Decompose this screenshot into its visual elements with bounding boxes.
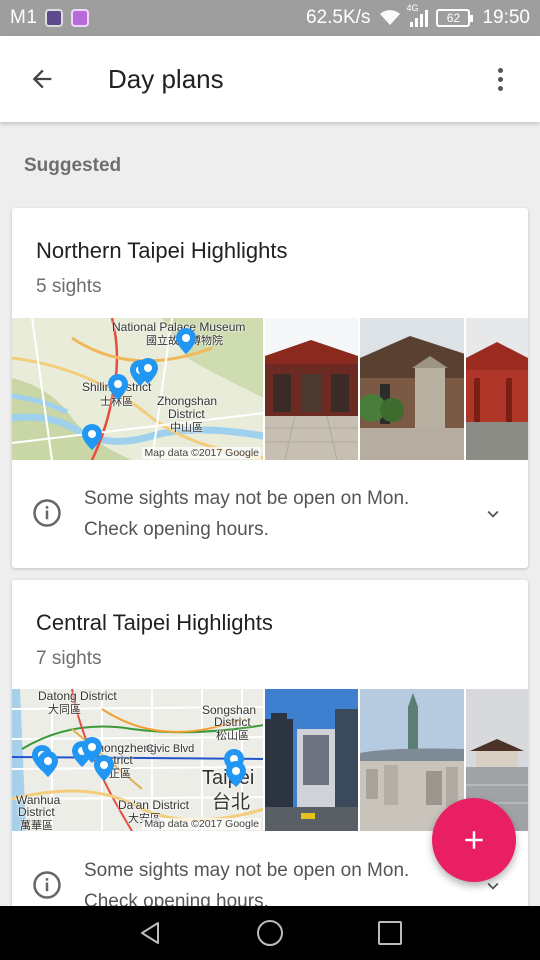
info-outline-icon bbox=[33, 871, 61, 899]
map-label: 台北 bbox=[212, 792, 251, 813]
chevron-down-icon[interactable] bbox=[482, 503, 504, 525]
notice-line: Some sights may not be open on Mon. bbox=[84, 488, 410, 509]
map-credit: Map data ©2017 Google bbox=[142, 447, 262, 459]
nav-home-button[interactable] bbox=[250, 913, 290, 953]
clock: 19:50 bbox=[482, 7, 530, 28]
map-pin-icon bbox=[38, 751, 58, 777]
app-bar: Day plans bbox=[0, 36, 540, 122]
map-pin-icon bbox=[138, 358, 158, 384]
back-button[interactable] bbox=[0, 36, 84, 122]
battery-level: 62 bbox=[446, 11, 461, 25]
notice-line: Check opening hours. bbox=[84, 519, 269, 540]
map-label: 大同區 bbox=[48, 704, 81, 716]
carrier-label: M1 bbox=[10, 7, 38, 28]
map-credit: Map data ©2017 Google bbox=[142, 818, 262, 830]
add-day-plan-button[interactable] bbox=[432, 798, 516, 882]
gallery-notification-icon bbox=[71, 9, 90, 27]
circle-home-icon bbox=[257, 920, 283, 946]
map-pin-icon bbox=[82, 424, 102, 450]
map-label: 松山區 bbox=[216, 730, 249, 742]
map-pin-icon bbox=[176, 328, 196, 354]
system-navigation-bar bbox=[0, 906, 540, 960]
map-label: Civic Blvd bbox=[146, 743, 195, 755]
plus-icon bbox=[465, 831, 483, 849]
opening-hours-notice[interactable]: Some sights may not be open on Mon. Chec… bbox=[12, 460, 528, 568]
card-sight-count: 5 sights bbox=[36, 276, 102, 297]
day-plan-card-northern[interactable]: Northern Taipei Highlights 5 sights Nati… bbox=[12, 208, 528, 568]
sight-photo[interactable] bbox=[265, 689, 358, 831]
info-outline-icon bbox=[33, 499, 61, 527]
cellular-signal-icon: 4G bbox=[406, 3, 429, 27]
map-pin-icon bbox=[226, 761, 246, 787]
sight-photo[interactable] bbox=[359, 318, 465, 460]
battery-icon: 62 bbox=[436, 9, 474, 27]
map-pin-icon bbox=[108, 374, 128, 400]
network-type: 4G bbox=[406, 3, 419, 13]
card-image-strip[interactable]: National Palace Museum 國立故宮博物院 Shilin Di… bbox=[12, 318, 528, 460]
map-label: 中山區 bbox=[170, 422, 203, 434]
route-map[interactable]: Datong District 大同區 Songshan District 松山… bbox=[12, 689, 264, 831]
card-sight-count: 7 sights bbox=[36, 648, 102, 669]
more-vert-icon bbox=[497, 67, 503, 73]
route-map[interactable]: National Palace Museum 國立故宮博物院 Shilin Di… bbox=[12, 318, 264, 460]
status-bar: M1 62.5K/s 4G 62 19:50 bbox=[0, 0, 540, 36]
sight-photo[interactable] bbox=[265, 318, 358, 460]
sight-photo[interactable] bbox=[466, 318, 528, 460]
nav-recents-button[interactable] bbox=[370, 913, 410, 953]
wifi-icon bbox=[380, 10, 401, 25]
notice-line: Some sights may not be open on Mon. bbox=[84, 860, 410, 881]
arrow-back-icon bbox=[32, 69, 52, 89]
notice-text: Some sights may not be open on Mon. Chec… bbox=[84, 483, 409, 545]
section-label: Suggested bbox=[24, 155, 122, 176]
square-recents-icon bbox=[378, 921, 402, 945]
card-title: Northern Taipei Highlights bbox=[36, 238, 288, 263]
map-label: 萬華區 bbox=[20, 820, 53, 831]
app-notification-icon bbox=[45, 9, 64, 27]
page-title: Day plans bbox=[108, 63, 224, 94]
nav-back-button[interactable] bbox=[130, 913, 170, 953]
more-options-button[interactable] bbox=[460, 36, 540, 122]
network-speed: 62.5K/s bbox=[306, 7, 371, 28]
map-pin-icon bbox=[94, 755, 114, 781]
triangle-back-icon bbox=[141, 922, 159, 944]
map-label: Zhongshan bbox=[157, 394, 218, 408]
card-title: Central Taipei Highlights bbox=[36, 610, 273, 635]
